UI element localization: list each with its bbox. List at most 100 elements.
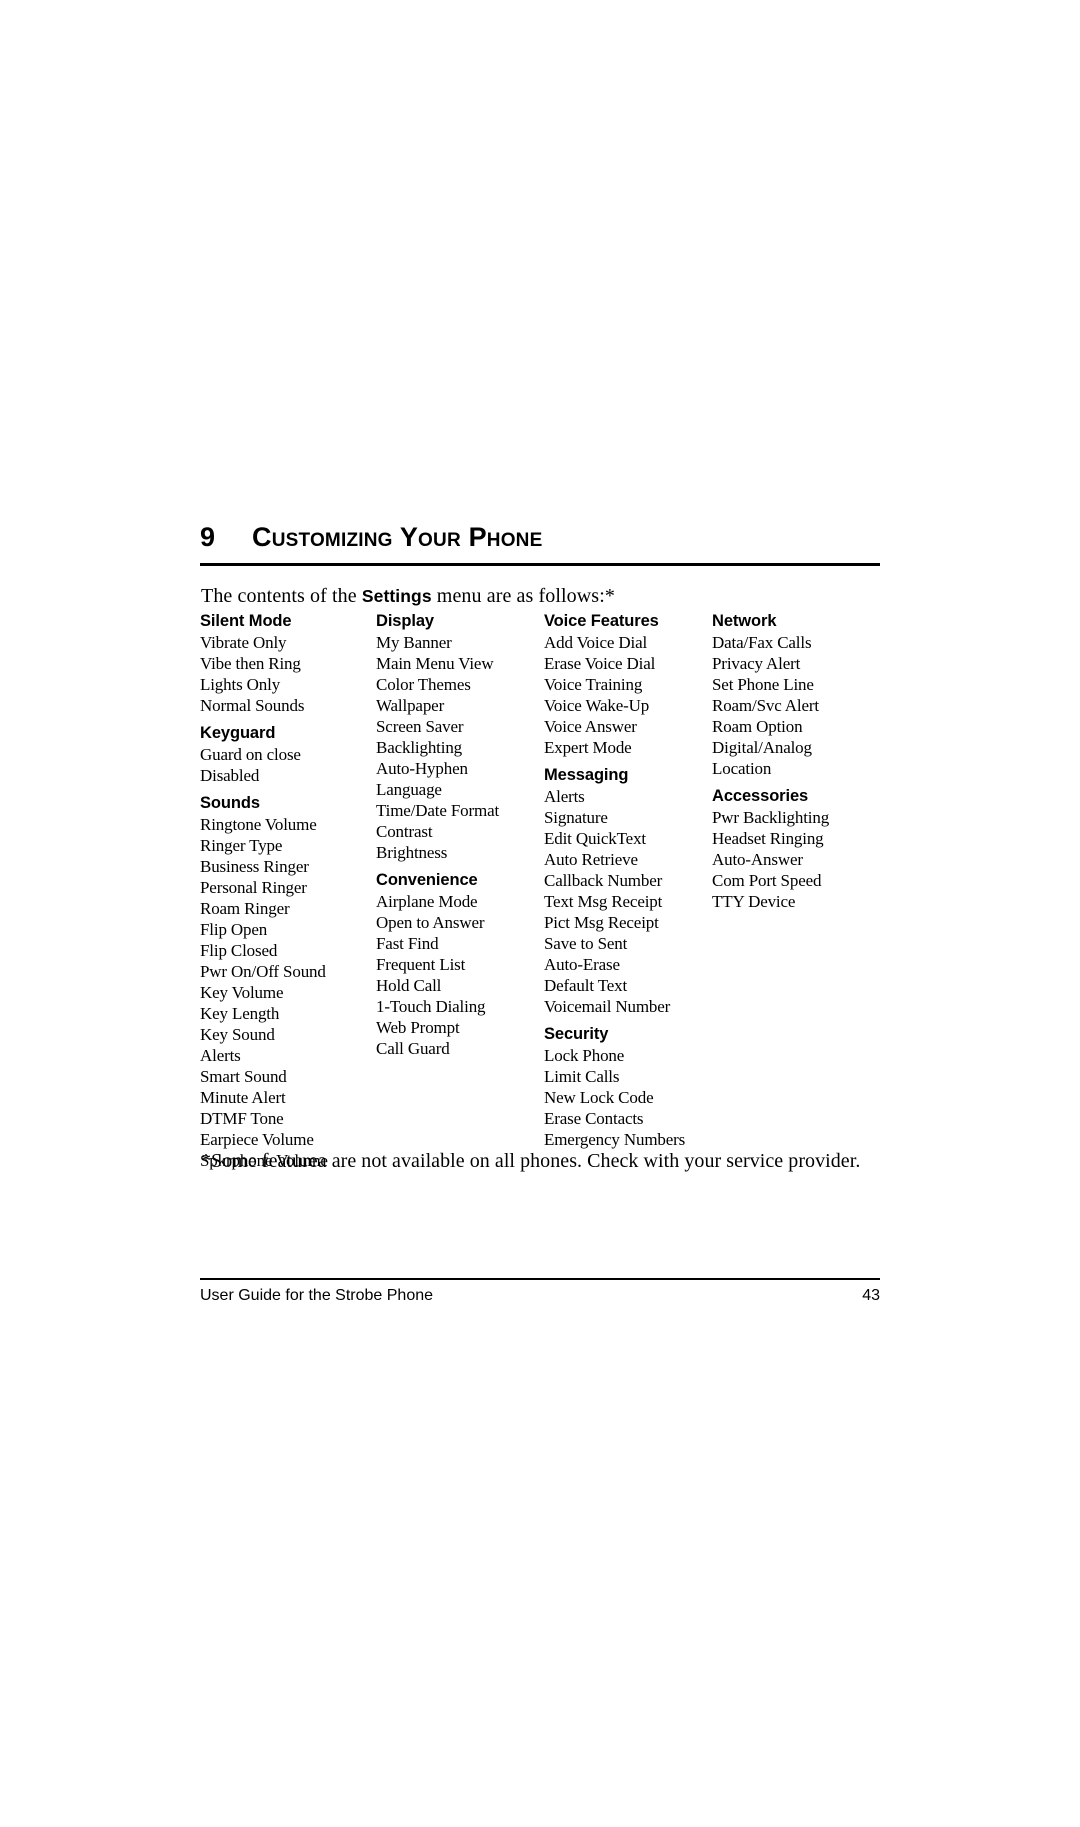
heading-divider (200, 563, 880, 566)
settings-menu-item: Vibrate Only (200, 633, 287, 652)
settings-group: Sounds Ringtone Volume Ringer Type Business… (200, 793, 376, 1171)
settings-menu-item: Pict Msg Receipt (544, 913, 659, 932)
footer-page-number: 43 (862, 1287, 880, 1304)
footnote: *Some featurea are not available on all … (201, 1150, 861, 1172)
settings-group-title: Keyguard (200, 724, 276, 742)
settings-menu-item: Airplane Mode (376, 892, 478, 911)
settings-menu-item: Roam Option (712, 717, 803, 736)
settings-group: Convenience Airplane Mode Open to Answer Fa… (376, 870, 544, 1059)
settings-menu-item: Wallpaper (376, 696, 445, 715)
settings-group-title: Display (376, 612, 434, 630)
settings-menu-item: Guard on close (200, 745, 301, 764)
settings-group: Security Lock Phone Limit Calls New Lock Co… (544, 1024, 712, 1150)
settings-group-title: Security (544, 1025, 609, 1043)
settings-menu-columns: Silent Mode Vibrate Only Vibe then Ring Lig… (200, 611, 880, 1171)
chapter-number: 9 (200, 522, 216, 552)
settings-group: Voice Features Add Voice Dial Erase Voice … (544, 611, 712, 758)
settings-group-title: Voice Features (544, 612, 659, 630)
settings-menu-item: Alerts (200, 1046, 241, 1065)
settings-menu-item: Auto-Hyphen (376, 759, 468, 778)
settings-menu-item: Fast Find (376, 934, 439, 953)
intro-text-before: The contents of the (201, 585, 362, 607)
settings-menu-item: Com Port Speed (712, 871, 822, 890)
settings-menu-item: Color Themes (376, 675, 471, 694)
settings-menu-item: Voice Wake-Up (544, 696, 650, 715)
settings-menu-item: Default Text (544, 976, 628, 995)
settings-menu-item: Key Sound (200, 1025, 275, 1044)
settings-menu-item: Lights Only (200, 675, 281, 694)
settings-menu-item: Callback Number (544, 871, 663, 890)
settings-menu-item: Set Phone Line (712, 675, 814, 694)
chapter-heading-row: 9 Customizing Your Phone (200, 522, 880, 552)
settings-menu-item: Flip Closed (200, 941, 278, 960)
settings-menu-item: Minute Alert (200, 1088, 286, 1107)
settings-menu-item: Main Menu View (376, 654, 494, 673)
settings-menu-item: Edit QuickText (544, 829, 646, 848)
settings-menu-item: DTMF Tone (200, 1109, 284, 1128)
settings-menu-item: Lock Phone (544, 1046, 625, 1065)
settings-menu-item: TTY Device (712, 892, 796, 911)
settings-menu-item: Backlighting (376, 738, 463, 757)
page-title: Customizing Your Phone (252, 522, 543, 552)
settings-menu-item: Earpiece Volume (200, 1130, 314, 1149)
settings-group-title: Convenience (376, 871, 478, 889)
settings-menu-item: My Banner (376, 633, 452, 652)
settings-menu-item: Text Msg Receipt (544, 892, 663, 911)
settings-menu-item: Normal Sounds (200, 696, 305, 715)
settings-menu-item: Open to Answer (376, 913, 485, 932)
settings-menu-item: Language (376, 780, 442, 799)
settings-menu-item: Screen Saver (376, 717, 464, 736)
settings-menu-item: New Lock Code (544, 1088, 654, 1107)
settings-menu-item: Web Prompt (376, 1018, 460, 1037)
settings-group-title: Messaging (544, 766, 629, 784)
settings-menu-item: Roam Ringer (200, 899, 290, 918)
settings-menu-item: Contrast (376, 822, 433, 841)
settings-menu-item: Erase Contacts (544, 1109, 644, 1128)
settings-menu-item: Time/Date Format (376, 801, 500, 820)
settings-group: Display My Banner Main Menu View Color Them… (376, 611, 544, 863)
settings-menu-item: Key Length (200, 1004, 280, 1023)
settings-menu-item: Expert Mode (544, 738, 632, 757)
page-footer: User Guide for the Strobe Phone 43 (200, 1285, 880, 1307)
intro-sentence: The contents of the Settings menu are as… (201, 583, 615, 609)
settings-group: Network Data/Fax Calls Privacy Alert Set Ph… (712, 611, 880, 779)
settings-menu-item: Auto-Answer (712, 850, 803, 869)
settings-menu-item: Pwr Backlighting (712, 808, 830, 827)
settings-column: Voice Features Add Voice Dial Erase Voice … (544, 611, 712, 1150)
settings-menu-item: Disabled (200, 766, 260, 785)
settings-menu-item: Add Voice Dial (544, 633, 648, 652)
settings-menu-item: Call Guard (376, 1039, 450, 1058)
intro-text-after: menu are as follows:* (431, 585, 615, 607)
settings-menu-item: Frequent List (376, 955, 466, 974)
settings-column: Silent Mode Vibrate Only Vibe then Ring Lig… (200, 611, 376, 1171)
settings-menu-item: Emergency Numbers (544, 1130, 686, 1149)
settings-column: Network Data/Fax Calls Privacy Alert Set Ph… (712, 611, 880, 912)
settings-menu-item: Voicemail Number (544, 997, 671, 1016)
settings-group-title: Sounds (200, 794, 260, 812)
settings-menu-item: Vibe then Ring (200, 654, 301, 673)
settings-menu-item: Privacy Alert (712, 654, 801, 673)
document-page: 9 Customizing Your Phone The contents of… (0, 0, 1080, 1827)
settings-group-title: Silent Mode (200, 612, 292, 630)
settings-group: Silent Mode Vibrate Only Vibe then Ring Lig… (200, 611, 376, 716)
footer-divider (200, 1278, 880, 1280)
settings-group-title: Network (712, 612, 777, 630)
settings-menu-item: Auto Retrieve (544, 850, 638, 869)
settings-menu-item: Business Ringer (200, 857, 309, 876)
settings-menu-item: Roam/Svc Alert (712, 696, 819, 715)
settings-menu-item: Brightness (376, 843, 448, 862)
settings-menu-item: Key Volume (200, 983, 284, 1002)
settings-menu-item: Ringtone Volume (200, 815, 317, 834)
settings-group: Messaging Alerts Signature Edit QuickText Au… (544, 765, 712, 1017)
settings-menu-item: 1-Touch Dialing (376, 997, 486, 1016)
settings-menu-item: Hold Call (376, 976, 442, 995)
settings-menu-item: Signature (544, 808, 608, 827)
settings-menu-item: Erase Voice Dial (544, 654, 656, 673)
settings-group: Accessories Pwr Backlighting Headset Ringi… (712, 786, 880, 912)
settings-menu-item: Voice Answer (544, 717, 637, 736)
settings-group: Keyguard Guard on close Disabled (200, 723, 376, 786)
settings-column: Display My Banner Main Menu View Color Them… (376, 611, 544, 1059)
settings-menu-item: Voice Training (544, 675, 643, 694)
settings-menu-item: Headset Ringing (712, 829, 824, 848)
settings-menu-item: Ringer Type (200, 836, 283, 855)
